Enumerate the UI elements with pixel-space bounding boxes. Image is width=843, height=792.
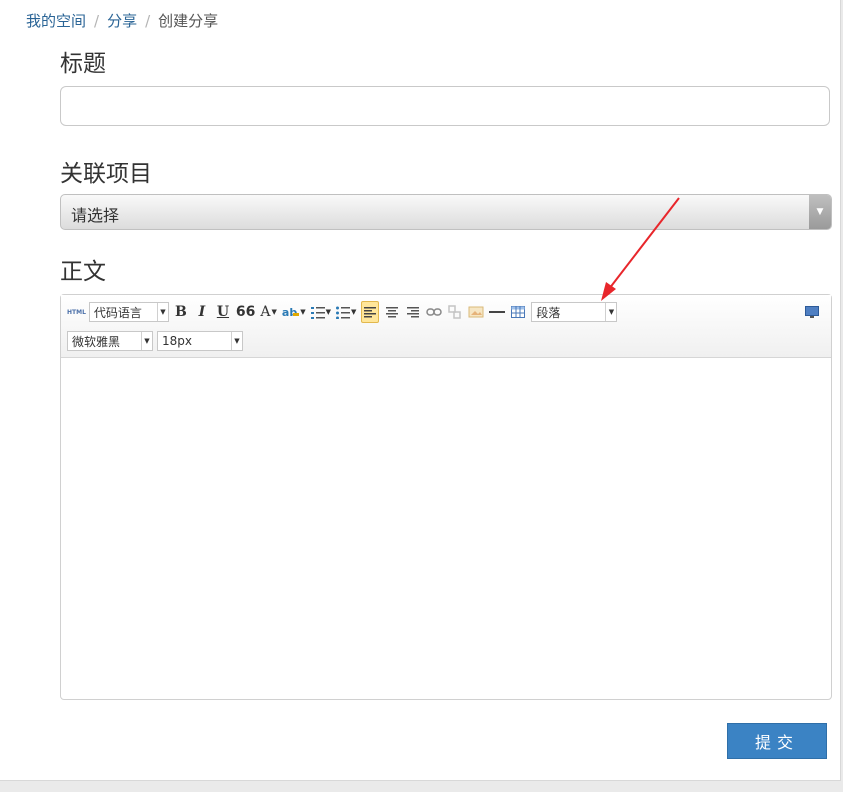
- insert-link-button[interactable]: [426, 302, 443, 322]
- submit-button[interactable]: 提交: [727, 723, 827, 759]
- toolbar-row-1: HTML 代码语言 ▼ B I U 66 A ▼ ab ▼ ▼ ▼ 段落 ▼: [67, 301, 825, 323]
- breadcrumb-separator: /: [94, 12, 100, 30]
- horizontal-rule-button[interactable]: [489, 302, 506, 322]
- unlink-button[interactable]: [447, 302, 463, 322]
- unordered-list-icon: [336, 306, 350, 319]
- chevron-down-icon: ▼: [141, 332, 152, 350]
- breadcrumb: 我的空间 / 分享 / 创建分享: [26, 10, 218, 31]
- align-center-icon: [386, 307, 399, 318]
- breadcrumb-separator: /: [145, 12, 151, 30]
- align-left-icon: [364, 307, 377, 318]
- chevron-down-icon: ▼: [231, 332, 242, 350]
- align-left-button[interactable]: [361, 301, 380, 323]
- horizontal-rule-icon: [489, 311, 506, 313]
- font-family-select[interactable]: 微软雅黑 ▼: [67, 331, 153, 351]
- chevron-down-icon: ▼: [300, 308, 306, 316]
- font-color-button[interactable]: A ▼: [260, 302, 277, 322]
- chevron-down-icon[interactable]: ▼: [809, 195, 831, 229]
- ordered-list-button[interactable]: ▼: [310, 302, 331, 322]
- fullscreen-button[interactable]: [804, 302, 820, 322]
- breadcrumb-my-space[interactable]: 我的空间: [26, 12, 86, 30]
- title-label: 标题: [60, 51, 106, 77]
- unlink-icon: [448, 305, 462, 319]
- body-label: 正文: [60, 259, 106, 285]
- chevron-down-icon: ▼: [271, 308, 277, 316]
- chevron-down-icon: ▼: [605, 303, 616, 321]
- breadcrumb-share[interactable]: 分享: [107, 12, 137, 30]
- chevron-down-icon: ▼: [156, 303, 168, 321]
- font-family-label: 微软雅黑: [72, 334, 121, 349]
- insert-image-button[interactable]: [468, 302, 484, 322]
- image-icon: [468, 306, 484, 318]
- align-center-button[interactable]: [384, 302, 400, 322]
- page-panel: 我的空间 / 分享 / 创建分享 标题 关联项目 请选择 ▼ 正文 HTML 代码语言 …: [0, 0, 841, 781]
- font-size-select[interactable]: 18px ▼: [157, 331, 243, 351]
- font-size-label: 18px: [162, 334, 192, 348]
- align-right-button[interactable]: [405, 302, 421, 322]
- italic-button[interactable]: I: [194, 302, 210, 322]
- monitor-icon: [805, 305, 819, 318]
- breadcrumb-current: 创建分享: [158, 12, 219, 30]
- ordered-list-icon: [310, 306, 325, 319]
- project-select[interactable]: 请选择 ▼: [60, 194, 832, 230]
- rich-text-editor: HTML 代码语言 ▼ B I U 66 A ▼ ab ▼ ▼ ▼ 段落 ▼ 微…: [60, 294, 832, 700]
- bold-button[interactable]: B: [173, 302, 189, 322]
- font-color-icon: A: [260, 304, 271, 320]
- html-source-button[interactable]: HTML: [67, 302, 86, 322]
- table-icon: [511, 306, 526, 318]
- link-icon: [426, 308, 443, 316]
- title-input[interactable]: [60, 86, 830, 126]
- insert-table-button[interactable]: [510, 302, 526, 322]
- chevron-down-icon: ▼: [351, 308, 357, 316]
- chevron-down-icon: ▼: [325, 308, 331, 316]
- editor-content-area[interactable]: [61, 358, 831, 699]
- highlight-icon: ab: [282, 306, 300, 319]
- paragraph-format-select[interactable]: 段落 ▼: [531, 302, 618, 322]
- underline-button[interactable]: U: [215, 302, 231, 322]
- background-color-button[interactable]: ab ▼: [282, 302, 306, 322]
- project-select-value: 请选择: [71, 206, 120, 225]
- blockquote-button[interactable]: 66: [236, 302, 255, 322]
- toolbar-row-2: 微软雅黑 ▼ 18px ▼: [67, 330, 247, 352]
- unordered-list-button[interactable]: ▼: [336, 302, 356, 322]
- project-label: 关联项目: [60, 161, 152, 187]
- paragraph-format-label: 段落: [536, 305, 561, 320]
- code-language-select[interactable]: 代码语言 ▼: [88, 302, 169, 322]
- align-right-icon: [407, 307, 420, 318]
- editor-toolbar: HTML 代码语言 ▼ B I U 66 A ▼ ab ▼ ▼ ▼ 段落 ▼ 微…: [61, 295, 831, 358]
- code-language-label: 代码语言: [93, 305, 142, 320]
